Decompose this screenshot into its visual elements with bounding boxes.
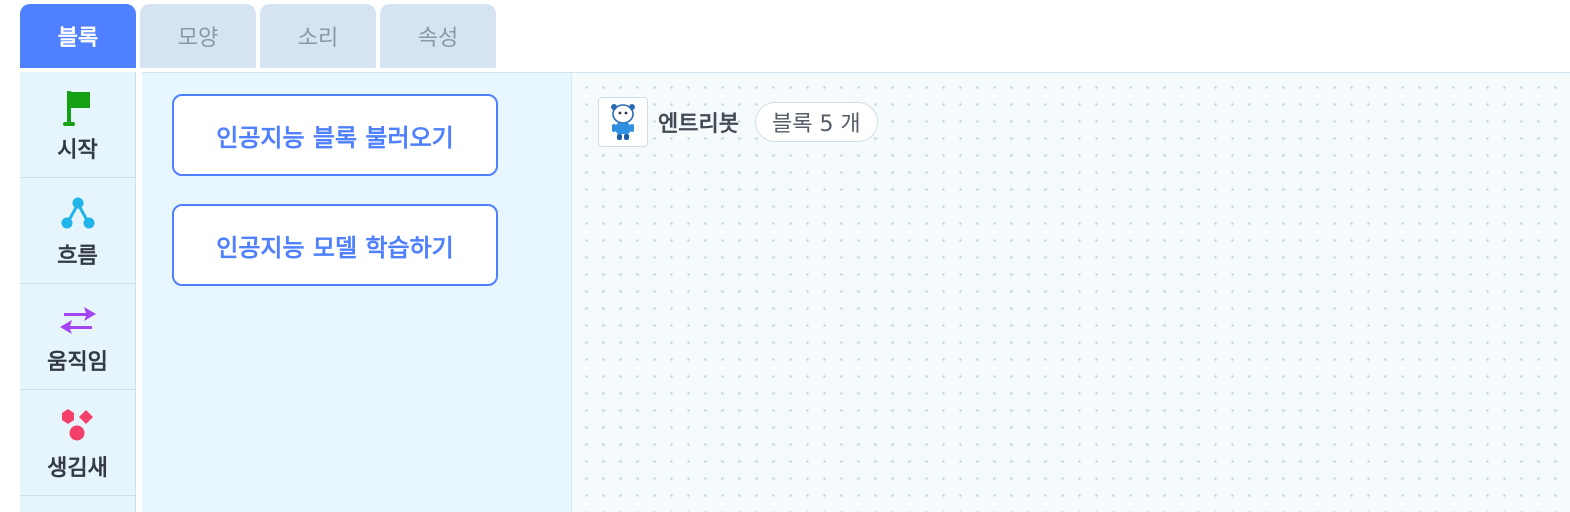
tab-properties[interactable]: 속성 [380,4,496,68]
tab-sounds[interactable]: 소리 [260,4,376,68]
category-looks[interactable]: 생김새 [20,390,135,496]
block-workspace[interactable]: 엔트리봇 블록 5 개 [572,72,1570,512]
category-label: 생김새 [47,455,108,481]
load-ai-blocks-button[interactable]: 인공지능 블록 불러오기 [172,94,498,176]
category-label: 흐름 [57,243,98,269]
block-count-badge: 블록 5 개 [754,102,878,142]
flag-icon [56,86,100,130]
entrybot-thumbnail [598,97,648,147]
category-start[interactable]: 시작 [20,72,135,178]
editor-tabs: 블록 모양 소리 속성 [20,4,496,68]
train-ai-model-button[interactable]: 인공지능 모델 학습하기 [172,204,498,286]
flow-icon [56,192,100,236]
category-label: 움직임 [47,349,108,375]
category-movement[interactable]: 움직임 [20,284,135,390]
tab-blocks[interactable]: 블록 [20,4,136,68]
move-arrows-icon [56,298,100,342]
object-name: 엔트리봇 [658,112,739,137]
block-category-sidebar: 시작 흐름 움직임 생김새 [20,72,136,512]
object-header: 엔트리봇 블록 5 개 [598,97,878,147]
entrybot-character-icon [611,104,635,140]
category-flow[interactable]: 흐름 [20,178,135,284]
category-label: 시작 [57,137,98,163]
block-palette: 인공지능 블록 불러오기 인공지능 모델 학습하기 [142,72,572,512]
tab-shapes[interactable]: 모양 [140,4,256,68]
shapes-icon [56,404,100,448]
